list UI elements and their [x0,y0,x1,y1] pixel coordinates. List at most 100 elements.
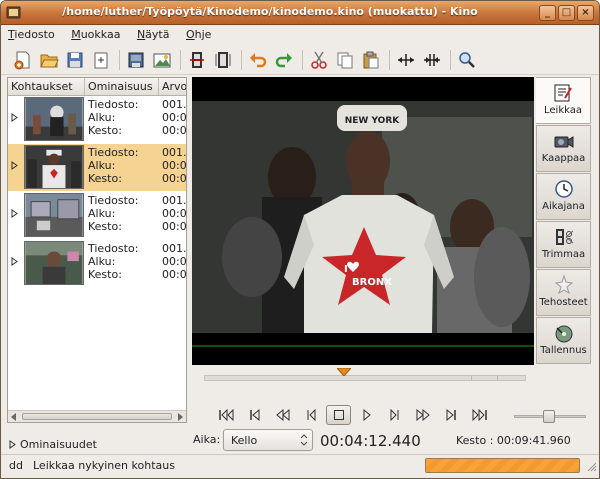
expander-icon[interactable] [11,113,18,122]
volume-knob[interactable] [542,410,555,423]
contract-icon[interactable] [420,48,444,72]
field-value-tiedosto: 001. [162,194,186,207]
minimize-button[interactable]: _ [539,5,556,21]
column-header-kohtaukset[interactable]: Kohtaukset [8,78,85,95]
skip-end-icon [472,409,487,421]
shirt-text-top: I [344,264,348,275]
play-button[interactable] [354,405,379,425]
volume-slider[interactable] [514,409,586,423]
menu-muokkaa[interactable]: Muokkaa [64,25,126,41]
stop-icon [333,410,344,420]
new-icon[interactable] [11,48,35,72]
open-icon[interactable] [37,48,61,72]
seek-marker-icon[interactable] [336,368,351,376]
field-value-tiedosto: 001. [162,146,186,159]
properties-expander[interactable]: Ominaisuudet [9,438,97,451]
menu-tiedosto[interactable]: Tiedosto [1,25,61,41]
column-header-arvo[interactable]: Arvo [159,78,186,95]
previous-scene-button[interactable] [242,405,267,425]
column-header-ominaisuus[interactable]: Ominaisuus [85,78,159,95]
toolbar-separator [180,49,181,70]
cut-icon[interactable] [307,48,331,72]
save-icon[interactable] [63,48,87,72]
paste-icon[interactable] [359,48,383,72]
scene-row-selected[interactable]: Tiedosto: Alku: Kesto: 001. 00:0 00:0 [8,144,186,191]
video-frame: NEW YORK I BRONX [192,77,534,365]
toolbar [1,45,599,75]
menu-bar: Tiedosto Muokkaa Näytä Ohje [1,25,599,45]
rewind-button[interactable] [270,405,295,425]
go-to-end-button[interactable] [466,405,491,425]
seek-bar[interactable] [192,365,534,395]
split-scene-icon[interactable] [185,48,209,72]
scroll-right-icon[interactable] [177,413,183,421]
publish-icon[interactable] [150,48,174,72]
storyboard-hscrollbar[interactable] [8,410,186,422]
tab-label: Trimmaa [541,249,586,260]
field-label-alku: Alku: [88,207,116,220]
tab-label: Tehosteet [539,297,588,308]
scene-row[interactable]: Tiedosto: Alku: Kesto: 001. 00:0 00:0 [8,240,186,287]
expander-icon[interactable] [11,257,18,266]
export-icon[interactable] [89,48,113,72]
combo-arrows-icon [300,434,308,446]
video-viewer[interactable]: NEW YORK I BRONX [192,77,534,365]
tab-leikkaa[interactable]: Leikkaa [536,77,591,124]
field-label-kesto: Kesto: [88,268,122,281]
field-value-alku: 00:0 [162,111,186,124]
scene-thumbnail [24,241,84,285]
field-value-kesto: 00:0 [162,124,186,137]
storyboard-list[interactable]: Kohtaukset Ominaisuus Arvo Tiedosto: Alk… [7,77,187,423]
zoom-icon[interactable] [455,48,479,72]
expander-icon[interactable] [11,161,18,170]
menu-nayta[interactable]: Näytä [130,25,176,41]
fast-forward-button[interactable] [410,405,435,425]
expand-icon[interactable] [394,48,418,72]
tab-aikajana[interactable]: Aikajana [536,173,591,220]
join-scene-icon[interactable] [211,48,235,72]
next-scene-button[interactable] [438,405,463,425]
time-format-combo[interactable]: Kello [223,429,313,451]
trim-icon [555,229,573,245]
resize-grip-icon[interactable] [587,462,597,472]
field-value-kesto: 00:0 [162,220,186,233]
redo-icon[interactable] [272,48,296,72]
tab-tehosteet[interactable]: Tehosteet [536,269,591,316]
undo-icon[interactable] [246,48,270,72]
tab-tallennus[interactable]: Tallennus [536,317,591,364]
field-label-tiedosto: Tiedosto: [88,98,139,111]
cap-text: NEW YORK [345,116,401,126]
tab-kaappaa[interactable]: Kaappaa [536,125,591,172]
expander-icon [9,440,16,449]
scene-row[interactable]: Tiedosto: Alku: Kesto: 001. 00:0 00:0 [8,192,186,239]
maximize-button[interactable]: □ [558,5,575,21]
tab-trimmaa[interactable]: Trimmaa [536,221,591,268]
scene-thumbnail [24,145,84,189]
time-format-value: Kello [231,434,258,447]
toolbar-separator [302,49,303,70]
time-label: Aika: [193,433,221,446]
save-frame-icon[interactable] [124,48,148,72]
field-label-kesto: Kesto: [88,124,122,137]
field-value-alku: 00:0 [162,207,186,220]
scroll-left-icon[interactable] [11,413,17,421]
expander-icon[interactable] [11,209,18,218]
tab-label: Aikajana [542,201,585,212]
field-label-alku: Alku: [88,159,116,172]
next-frame-button[interactable] [382,405,407,425]
seek-track[interactable] [204,375,526,381]
go-to-start-button[interactable] [214,405,239,425]
previous-frame-button[interactable] [298,405,323,425]
play-icon [363,409,371,421]
scene-row[interactable]: Tiedosto: Alku: Kesto: 001. 00:0 00:0 [8,96,186,143]
field-label-tiedosto: Tiedosto: [88,194,139,207]
stop-button[interactable] [326,405,351,425]
properties-label: Ominaisuudet [20,438,97,451]
field-value-kesto: 00:0 [162,172,186,185]
copy-icon[interactable] [333,48,357,72]
scrollbar-thumb[interactable] [22,413,172,420]
fast-forward-icon [416,409,430,421]
close-button[interactable]: × [577,5,594,21]
field-value-alku: 00:0 [162,255,186,268]
menu-ohje[interactable]: Ohje [179,25,217,41]
